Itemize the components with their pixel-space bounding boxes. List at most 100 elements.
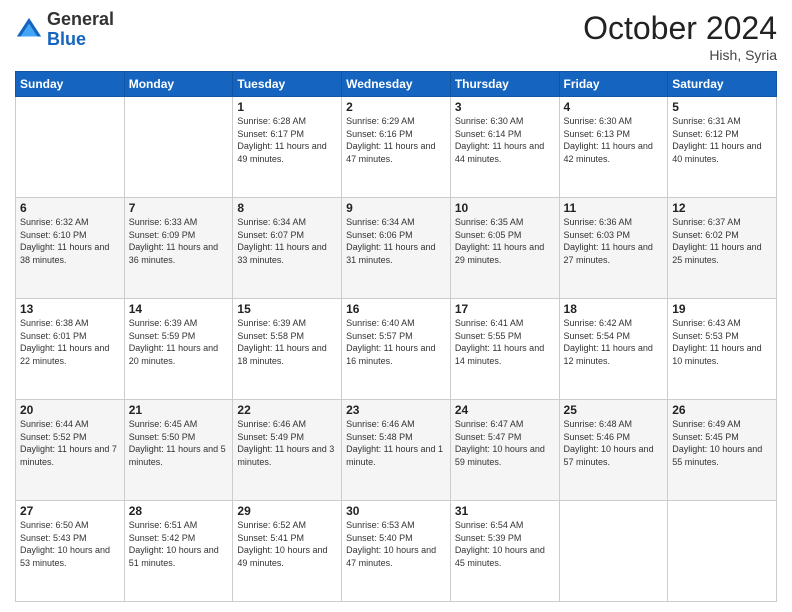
day-info: Sunrise: 6:30 AMSunset: 6:14 PMDaylight:…: [455, 115, 555, 165]
calendar-week-row: 20Sunrise: 6:44 AMSunset: 5:52 PMDayligh…: [16, 400, 777, 501]
calendar-day-cell: [16, 97, 125, 198]
calendar-day-cell: 9Sunrise: 6:34 AMSunset: 6:06 PMDaylight…: [342, 198, 451, 299]
day-number: 6: [20, 201, 120, 215]
calendar-day-cell: [124, 97, 233, 198]
calendar-day-cell: 14Sunrise: 6:39 AMSunset: 5:59 PMDayligh…: [124, 299, 233, 400]
weekday-header-monday: Monday: [124, 72, 233, 97]
day-info: Sunrise: 6:28 AMSunset: 6:17 PMDaylight:…: [237, 115, 337, 165]
calendar-day-cell: 8Sunrise: 6:34 AMSunset: 6:07 PMDaylight…: [233, 198, 342, 299]
day-number: 12: [672, 201, 772, 215]
weekday-header-saturday: Saturday: [668, 72, 777, 97]
day-number: 11: [564, 201, 664, 215]
day-number: 15: [237, 302, 337, 316]
day-number: 9: [346, 201, 446, 215]
day-info: Sunrise: 6:44 AMSunset: 5:52 PMDaylight:…: [20, 418, 120, 468]
day-number: 29: [237, 504, 337, 518]
calendar-day-cell: 5Sunrise: 6:31 AMSunset: 6:12 PMDaylight…: [668, 97, 777, 198]
weekday-header-friday: Friday: [559, 72, 668, 97]
logo: General Blue: [15, 10, 114, 50]
day-info: Sunrise: 6:46 AMSunset: 5:49 PMDaylight:…: [237, 418, 337, 468]
day-number: 4: [564, 100, 664, 114]
calendar-day-cell: 2Sunrise: 6:29 AMSunset: 6:16 PMDaylight…: [342, 97, 451, 198]
day-info: Sunrise: 6:53 AMSunset: 5:40 PMDaylight:…: [346, 519, 446, 569]
calendar-day-cell: 29Sunrise: 6:52 AMSunset: 5:41 PMDayligh…: [233, 501, 342, 602]
calendar-week-row: 27Sunrise: 6:50 AMSunset: 5:43 PMDayligh…: [16, 501, 777, 602]
day-info: Sunrise: 6:54 AMSunset: 5:39 PMDaylight:…: [455, 519, 555, 569]
weekday-header-sunday: Sunday: [16, 72, 125, 97]
day-info: Sunrise: 6:34 AMSunset: 6:06 PMDaylight:…: [346, 216, 446, 266]
day-number: 8: [237, 201, 337, 215]
day-info: Sunrise: 6:45 AMSunset: 5:50 PMDaylight:…: [129, 418, 229, 468]
day-info: Sunrise: 6:50 AMSunset: 5:43 PMDaylight:…: [20, 519, 120, 569]
calendar-day-cell: 25Sunrise: 6:48 AMSunset: 5:46 PMDayligh…: [559, 400, 668, 501]
calendar-day-cell: 7Sunrise: 6:33 AMSunset: 6:09 PMDaylight…: [124, 198, 233, 299]
day-info: Sunrise: 6:31 AMSunset: 6:12 PMDaylight:…: [672, 115, 772, 165]
day-info: Sunrise: 6:48 AMSunset: 5:46 PMDaylight:…: [564, 418, 664, 468]
weekday-header-wednesday: Wednesday: [342, 72, 451, 97]
calendar-day-cell: 10Sunrise: 6:35 AMSunset: 6:05 PMDayligh…: [450, 198, 559, 299]
page: General Blue October 2024 Hish, Syria Su…: [0, 0, 792, 612]
day-info: Sunrise: 6:39 AMSunset: 5:59 PMDaylight:…: [129, 317, 229, 367]
day-info: Sunrise: 6:30 AMSunset: 6:13 PMDaylight:…: [564, 115, 664, 165]
calendar-day-cell: 16Sunrise: 6:40 AMSunset: 5:57 PMDayligh…: [342, 299, 451, 400]
day-info: Sunrise: 6:42 AMSunset: 5:54 PMDaylight:…: [564, 317, 664, 367]
day-number: 23: [346, 403, 446, 417]
calendar-day-cell: 4Sunrise: 6:30 AMSunset: 6:13 PMDaylight…: [559, 97, 668, 198]
logo-blue: Blue: [47, 29, 86, 49]
day-number: 21: [129, 403, 229, 417]
day-number: 27: [20, 504, 120, 518]
day-info: Sunrise: 6:51 AMSunset: 5:42 PMDaylight:…: [129, 519, 229, 569]
calendar-day-cell: 27Sunrise: 6:50 AMSunset: 5:43 PMDayligh…: [16, 501, 125, 602]
calendar-day-cell: 13Sunrise: 6:38 AMSunset: 6:01 PMDayligh…: [16, 299, 125, 400]
day-number: 3: [455, 100, 555, 114]
day-number: 25: [564, 403, 664, 417]
day-number: 14: [129, 302, 229, 316]
calendar-day-cell: 12Sunrise: 6:37 AMSunset: 6:02 PMDayligh…: [668, 198, 777, 299]
day-number: 17: [455, 302, 555, 316]
calendar-week-row: 13Sunrise: 6:38 AMSunset: 6:01 PMDayligh…: [16, 299, 777, 400]
weekday-header-tuesday: Tuesday: [233, 72, 342, 97]
calendar-day-cell: 6Sunrise: 6:32 AMSunset: 6:10 PMDaylight…: [16, 198, 125, 299]
day-info: Sunrise: 6:39 AMSunset: 5:58 PMDaylight:…: [237, 317, 337, 367]
calendar-week-row: 1Sunrise: 6:28 AMSunset: 6:17 PMDaylight…: [16, 97, 777, 198]
calendar-day-cell: 23Sunrise: 6:46 AMSunset: 5:48 PMDayligh…: [342, 400, 451, 501]
location-subtitle: Hish, Syria: [583, 47, 777, 63]
day-number: 19: [672, 302, 772, 316]
calendar-day-cell: 11Sunrise: 6:36 AMSunset: 6:03 PMDayligh…: [559, 198, 668, 299]
month-title: October 2024: [583, 10, 777, 47]
logo-text: General Blue: [47, 10, 114, 50]
day-number: 30: [346, 504, 446, 518]
weekday-header-row: SundayMondayTuesdayWednesdayThursdayFrid…: [16, 72, 777, 97]
day-info: Sunrise: 6:43 AMSunset: 5:53 PMDaylight:…: [672, 317, 772, 367]
calendar-table: SundayMondayTuesdayWednesdayThursdayFrid…: [15, 71, 777, 602]
day-number: 2: [346, 100, 446, 114]
day-info: Sunrise: 6:46 AMSunset: 5:48 PMDaylight:…: [346, 418, 446, 468]
calendar-week-row: 6Sunrise: 6:32 AMSunset: 6:10 PMDaylight…: [16, 198, 777, 299]
calendar-day-cell: 30Sunrise: 6:53 AMSunset: 5:40 PMDayligh…: [342, 501, 451, 602]
day-number: 18: [564, 302, 664, 316]
day-number: 5: [672, 100, 772, 114]
day-number: 16: [346, 302, 446, 316]
day-number: 24: [455, 403, 555, 417]
logo-icon: [15, 16, 43, 44]
day-info: Sunrise: 6:34 AMSunset: 6:07 PMDaylight:…: [237, 216, 337, 266]
day-number: 1: [237, 100, 337, 114]
day-number: 31: [455, 504, 555, 518]
day-info: Sunrise: 6:49 AMSunset: 5:45 PMDaylight:…: [672, 418, 772, 468]
day-number: 20: [20, 403, 120, 417]
day-info: Sunrise: 6:29 AMSunset: 6:16 PMDaylight:…: [346, 115, 446, 165]
header: General Blue October 2024 Hish, Syria: [15, 10, 777, 63]
day-number: 13: [20, 302, 120, 316]
calendar-day-cell: 20Sunrise: 6:44 AMSunset: 5:52 PMDayligh…: [16, 400, 125, 501]
day-number: 10: [455, 201, 555, 215]
calendar-day-cell: 1Sunrise: 6:28 AMSunset: 6:17 PMDaylight…: [233, 97, 342, 198]
calendar-day-cell: 26Sunrise: 6:49 AMSunset: 5:45 PMDayligh…: [668, 400, 777, 501]
calendar-day-cell: 22Sunrise: 6:46 AMSunset: 5:49 PMDayligh…: [233, 400, 342, 501]
day-info: Sunrise: 6:32 AMSunset: 6:10 PMDaylight:…: [20, 216, 120, 266]
day-number: 22: [237, 403, 337, 417]
calendar-day-cell: 18Sunrise: 6:42 AMSunset: 5:54 PMDayligh…: [559, 299, 668, 400]
day-info: Sunrise: 6:40 AMSunset: 5:57 PMDaylight:…: [346, 317, 446, 367]
calendar-day-cell: 19Sunrise: 6:43 AMSunset: 5:53 PMDayligh…: [668, 299, 777, 400]
calendar-day-cell: 21Sunrise: 6:45 AMSunset: 5:50 PMDayligh…: [124, 400, 233, 501]
calendar-day-cell: 17Sunrise: 6:41 AMSunset: 5:55 PMDayligh…: [450, 299, 559, 400]
